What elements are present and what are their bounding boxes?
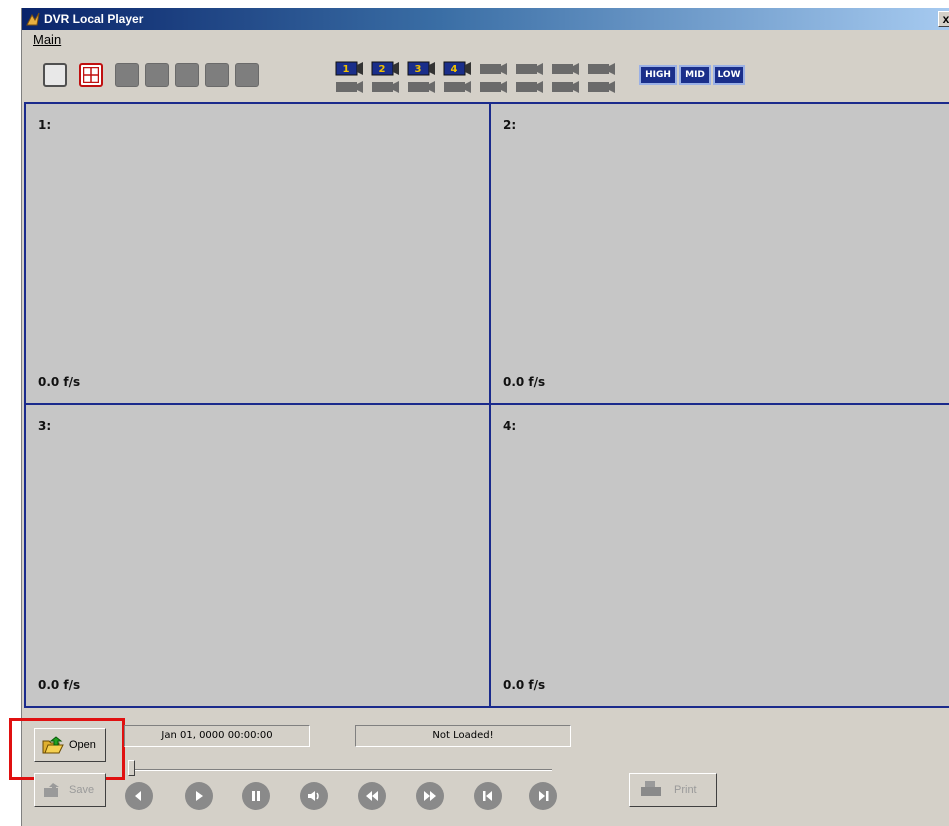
control-panel: Open Save Jan 01, 0000 00:00:00 Not Load… — [9, 708, 949, 826]
print-button[interactable]: Print — [629, 773, 717, 807]
channel-fps: 0.0 f/s — [38, 375, 81, 389]
split-13-button[interactable] — [175, 63, 199, 87]
window-title: DVR Local Player — [44, 12, 144, 26]
status-display: Not Loaded! — [355, 725, 571, 747]
menu-item-main[interactable]: Main — [33, 32, 61, 47]
camera-13-icon[interactable] — [478, 79, 508, 94]
channel-fps: 0.0 f/s — [503, 678, 546, 692]
svg-text:4: 4 — [451, 64, 458, 75]
title-bar[interactable]: DVR Local Player x — [22, 8, 949, 30]
sound-icon — [308, 791, 319, 801]
channel-label: 1: — [38, 118, 52, 132]
quality-mid-button[interactable]: MID — [679, 65, 711, 85]
single-split-button[interactable] — [43, 63, 67, 87]
quality-high-button[interactable]: HIGH — [639, 65, 677, 85]
step-back-icon — [483, 791, 492, 801]
pause-icon — [252, 791, 260, 801]
camera-7-icon[interactable] — [550, 61, 580, 76]
print-button-label: Print — [674, 784, 697, 796]
svg-text:3: 3 — [415, 64, 422, 75]
camera-10-icon[interactable] — [370, 79, 400, 94]
channel-fps: 0.0 f/s — [38, 678, 81, 692]
channel-2-view[interactable]: 2: 0.0 f/s — [489, 102, 949, 405]
step-back-button[interactable] — [474, 782, 502, 810]
channel-label: 4: — [503, 419, 517, 433]
camera-14-icon[interactable] — [514, 79, 544, 94]
camera-3-icon[interactable]: 3 — [406, 61, 436, 76]
step-forward-icon — [539, 791, 549, 801]
camera-12-icon[interactable] — [442, 79, 472, 94]
split-9-button[interactable] — [115, 63, 139, 87]
seek-slider-thumb[interactable] — [128, 760, 135, 776]
svg-text:2: 2 — [379, 64, 386, 75]
app-logo-icon — [26, 12, 40, 26]
previous-icon — [135, 791, 141, 801]
split-16-button[interactable] — [205, 63, 229, 87]
camera-16-icon[interactable] — [586, 79, 616, 94]
video-grid: 1: 0.0 f/s 2: 0.0 f/s 3: 0.0 f/s 4: 0.0 … — [24, 102, 949, 708]
camera-8-icon[interactable] — [586, 61, 616, 76]
close-button[interactable]: x — [938, 11, 949, 27]
camera-2-icon[interactable]: 2 — [370, 61, 400, 76]
seek-slider-track[interactable] — [132, 769, 552, 771]
camera-4-icon[interactable]: 4 — [442, 61, 472, 76]
quad-split-button[interactable] — [79, 63, 103, 87]
save-button-label: Save — [69, 784, 95, 796]
play-button[interactable] — [185, 782, 213, 810]
pause-button[interactable] — [242, 782, 270, 810]
toolbar: 1 2 3 4 HIGH MID LOW — [22, 51, 949, 101]
sound-button[interactable] — [300, 782, 328, 810]
channel-label: 2: — [503, 118, 517, 132]
camera-5-icon[interactable] — [478, 61, 508, 76]
fast-forward-button[interactable] — [416, 782, 444, 810]
camera-11-icon[interactable] — [406, 79, 436, 94]
quad-split-icon — [83, 67, 99, 83]
channel-fps: 0.0 f/s — [503, 375, 546, 389]
split-10-button[interactable] — [145, 63, 169, 87]
print-icon — [641, 781, 661, 796]
channel-3-view[interactable]: 3: 0.0 f/s — [24, 403, 491, 708]
fast-forward-icon — [424, 791, 436, 801]
split-full-button[interactable] — [235, 63, 259, 87]
menu-bar: Main — [22, 30, 949, 50]
channel-4-view[interactable]: 4: 0.0 f/s — [489, 403, 949, 708]
save-button[interactable]: Save — [34, 773, 106, 807]
datetime-display: Jan 01, 0000 00:00:00 — [124, 725, 310, 747]
rewind-button[interactable] — [358, 782, 386, 810]
svg-text:1: 1 — [343, 64, 350, 75]
highlight-box — [9, 718, 125, 780]
quality-low-button[interactable]: LOW — [713, 65, 745, 85]
camera-1-icon[interactable]: 1 — [334, 61, 364, 76]
camera-15-icon[interactable] — [550, 79, 580, 94]
channel-1-view[interactable]: 1: 0.0 f/s — [24, 102, 491, 405]
step-forward-button[interactable] — [529, 782, 557, 810]
camera-9-icon[interactable] — [334, 79, 364, 94]
play-icon — [196, 791, 203, 801]
save-icon — [44, 783, 59, 797]
channel-label: 3: — [38, 419, 52, 433]
previous-button[interactable] — [125, 782, 153, 810]
rewind-icon — [366, 791, 378, 801]
dvr-player-window: DVR Local Player x Main 1 2 3 4 HIGH MID… — [9, 8, 949, 826]
camera-6-icon[interactable] — [514, 61, 544, 76]
